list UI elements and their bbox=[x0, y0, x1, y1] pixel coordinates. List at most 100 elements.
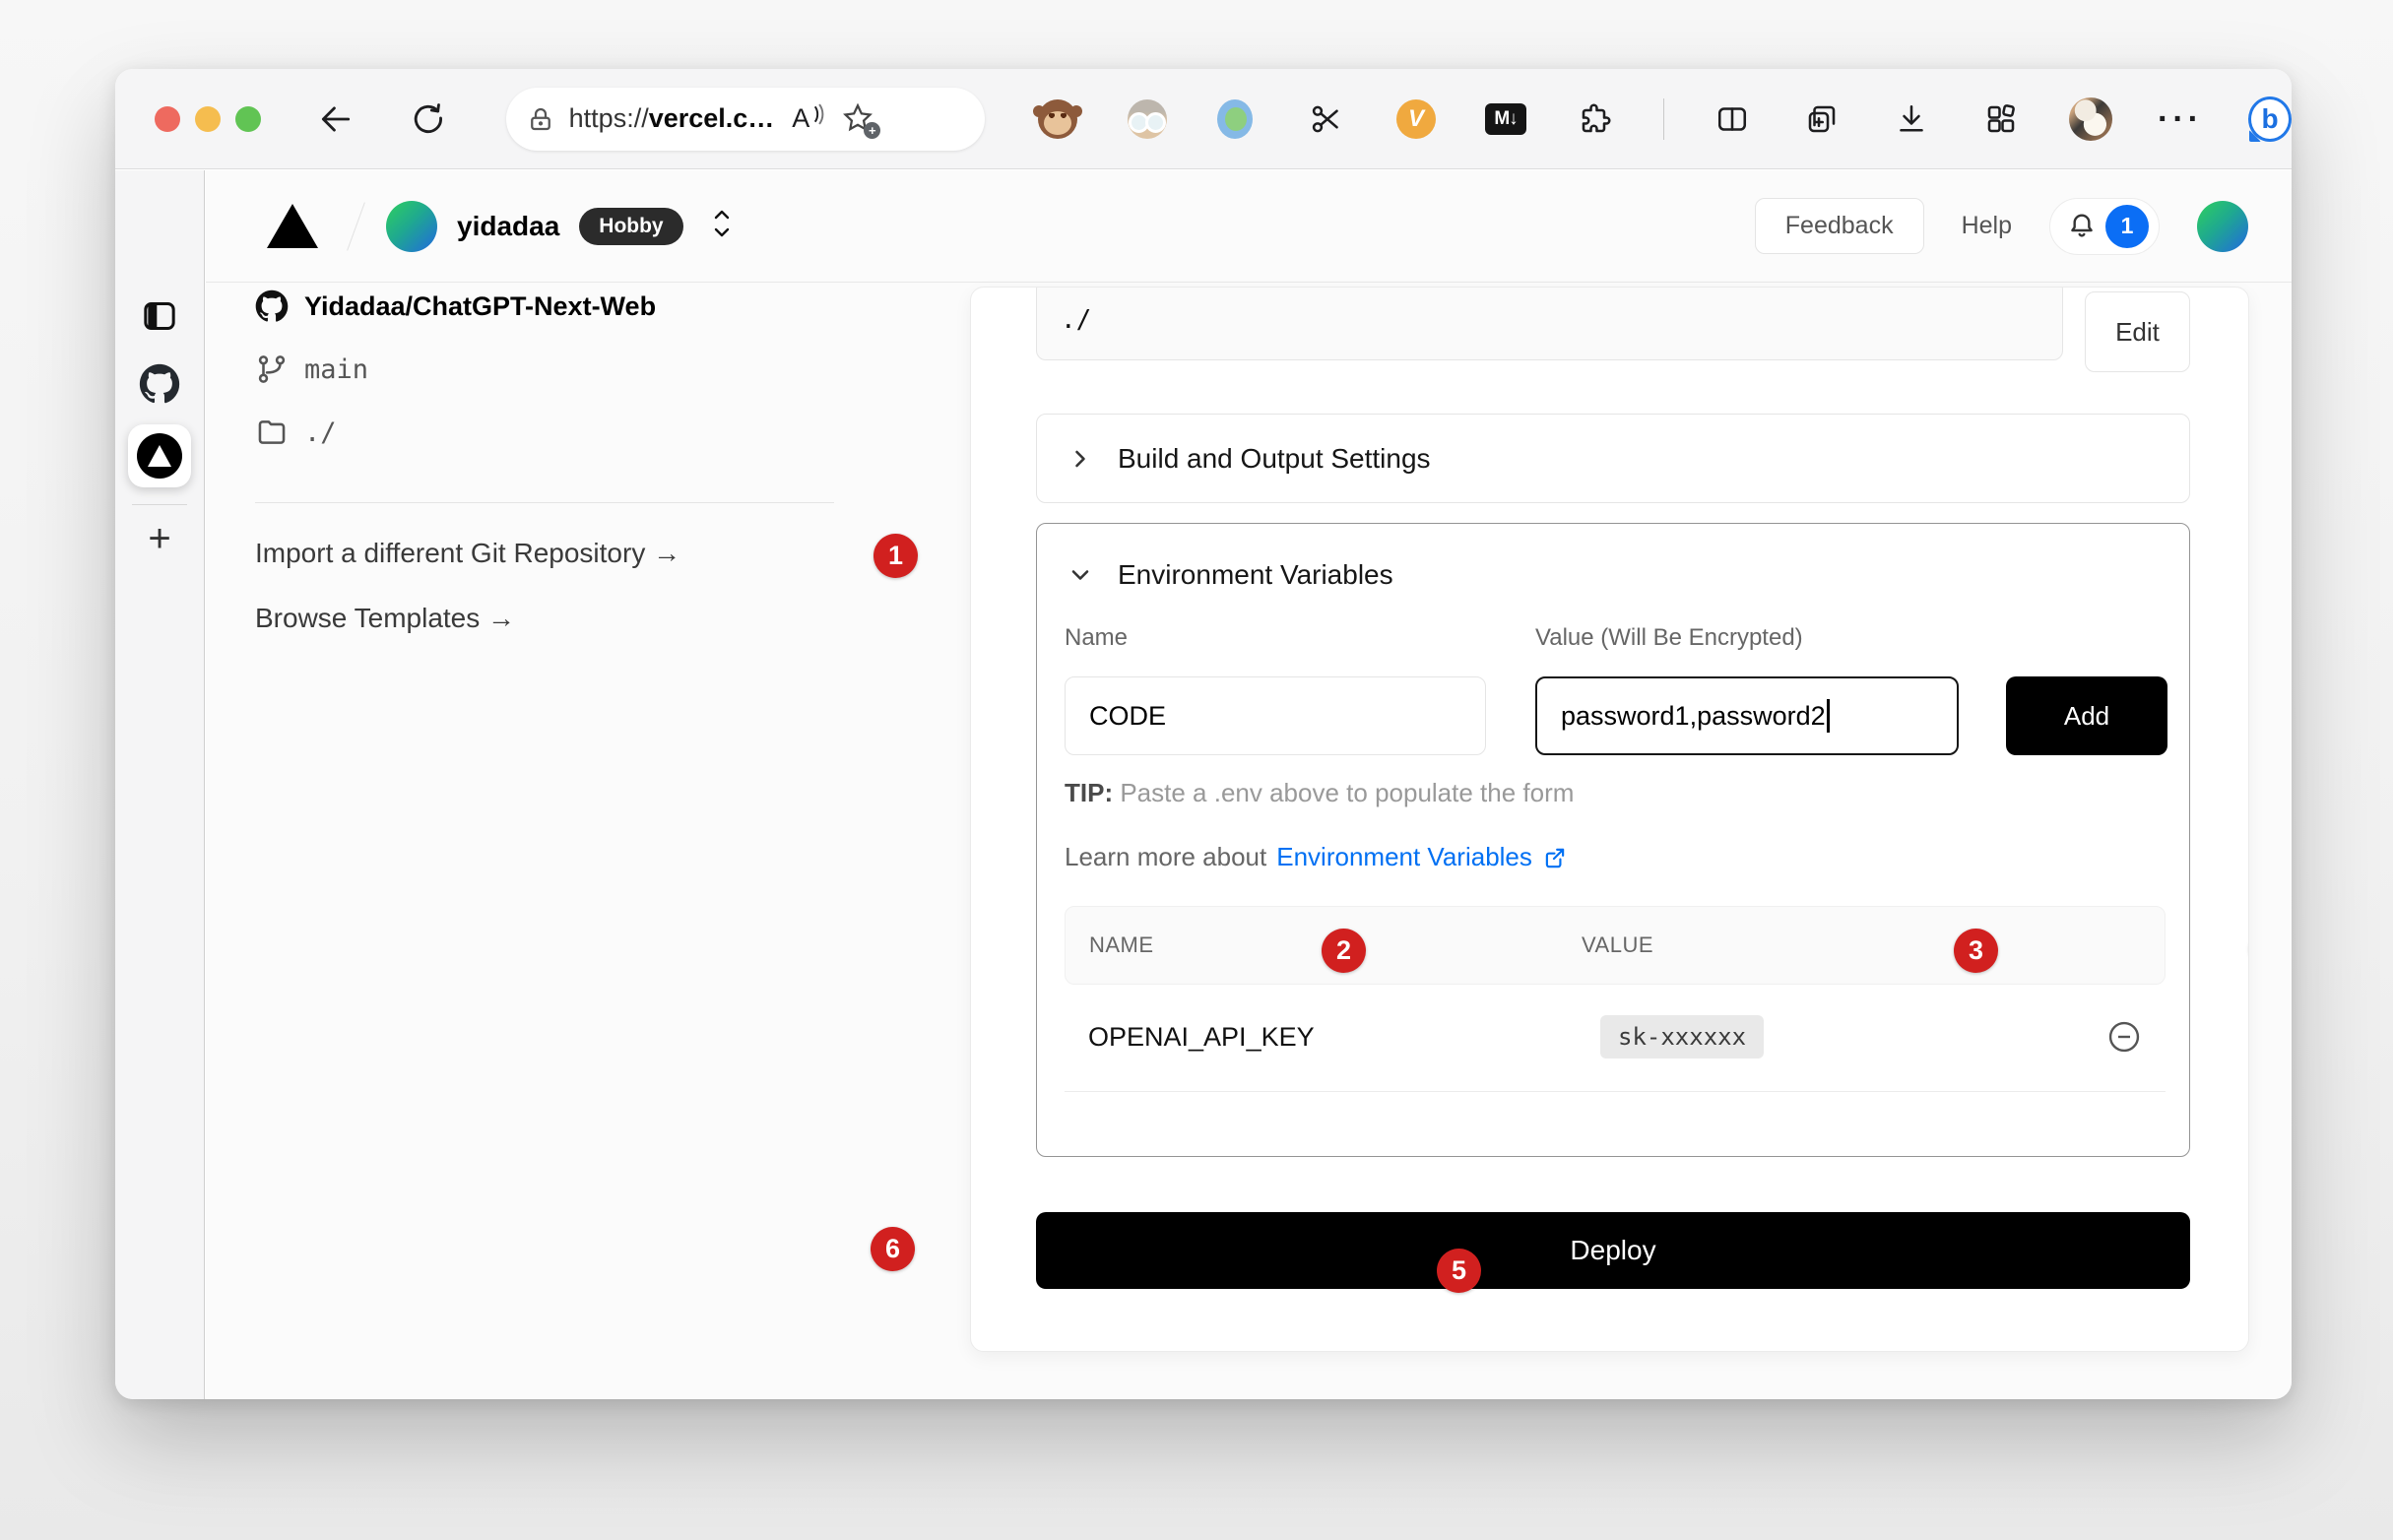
tampermonkey-extension-icon[interactable] bbox=[1036, 97, 1079, 141]
downloads-button[interactable] bbox=[1890, 97, 1933, 141]
scissors-icon bbox=[1309, 101, 1344, 137]
add-favorite-button[interactable]: + bbox=[841, 101, 876, 137]
env-section-header[interactable]: Environment Variables bbox=[1067, 559, 1393, 591]
split-screen-button[interactable] bbox=[1711, 97, 1754, 141]
chevron-updown-icon bbox=[709, 207, 735, 240]
v-extension-icon[interactable]: V bbox=[1394, 97, 1438, 141]
extensions-row: 3 V M↓ bbox=[1036, 97, 2292, 141]
markdown-icon: M↓ bbox=[1485, 103, 1526, 135]
name-label: Name bbox=[1065, 624, 1128, 652]
browser-window: https://vercel.c… A + bbox=[115, 69, 2292, 1399]
url-text: https://vercel.c… bbox=[569, 103, 775, 134]
collections-button[interactable] bbox=[1800, 97, 1843, 141]
team-name: yidadaa bbox=[457, 211, 559, 242]
breadcrumb-slash bbox=[347, 202, 365, 250]
env-table-header: NAME VALUE bbox=[1065, 906, 2166, 985]
import-different-repo-link[interactable]: Import a different Git Repository → bbox=[255, 538, 680, 569]
deploy-config-card: ./ Edit Build and Output Settings Enviro… bbox=[970, 287, 2249, 1352]
bell-icon bbox=[2066, 211, 2098, 242]
monkey-icon bbox=[1038, 99, 1077, 139]
lock-icon bbox=[526, 104, 555, 134]
name-column-header: NAME bbox=[1089, 932, 1154, 958]
branch-row: main bbox=[255, 353, 368, 386]
notifications-button[interactable]: 1 bbox=[2049, 198, 2160, 255]
env-table-row: OPENAI_API_KEY sk-xxxxxx bbox=[1065, 985, 2166, 1089]
edit-button[interactable]: Edit bbox=[2085, 291, 2190, 372]
chevron-down-icon bbox=[1067, 561, 1094, 589]
root-directory: ./ bbox=[304, 417, 337, 448]
apps-button[interactable] bbox=[1979, 97, 2023, 141]
value-label: Value (Will Be Encrypted) bbox=[1535, 624, 1803, 652]
root-directory-input[interactable]: ./ bbox=[1036, 287, 2063, 360]
refresh-button[interactable] bbox=[406, 96, 451, 142]
header-actions: Feedback Help 1 bbox=[1755, 198, 2248, 255]
annotation-badge-5: 5 bbox=[1437, 1249, 1481, 1293]
cat-avatar-image bbox=[2069, 97, 2112, 141]
profile-avatar[interactable] bbox=[2069, 97, 2112, 141]
clipper-extension-icon[interactable] bbox=[1305, 97, 1348, 141]
annotation-badge-2: 2 bbox=[1322, 929, 1366, 973]
vercel-header: yidadaa Hobby Feedback Help 1 bbox=[206, 170, 2292, 283]
download-icon bbox=[1894, 101, 1929, 137]
star-plus-icon: + bbox=[864, 122, 880, 139]
read-aloud-waves-icon bbox=[811, 103, 825, 125]
ellipsis-icon: ··· bbox=[2158, 114, 2203, 124]
learn-more-line: Learn more about Environment Variables bbox=[1065, 842, 1568, 872]
new-tab-button[interactable]: + bbox=[138, 517, 181, 560]
sidebar-panel-icon bbox=[140, 296, 179, 336]
browser-sidebar: + bbox=[115, 170, 205, 1399]
user-avatar[interactable] bbox=[2197, 201, 2248, 252]
extensions-menu-button[interactable] bbox=[1574, 97, 1617, 141]
sidebar-divider bbox=[132, 504, 187, 505]
v-letter-icon: V bbox=[1396, 99, 1436, 139]
github-icon bbox=[255, 289, 289, 323]
back-button[interactable] bbox=[313, 96, 358, 142]
env-name-input[interactable]: CODE bbox=[1065, 676, 1486, 755]
environment-variables-link[interactable]: Environment Variables bbox=[1276, 842, 1532, 872]
sidebar-tab-github[interactable] bbox=[139, 363, 180, 405]
value-column-header: VALUE bbox=[1582, 932, 1653, 958]
desktop-background: https://vercel.c… A + bbox=[0, 0, 2393, 1540]
minus-circle-icon bbox=[2106, 1019, 2142, 1055]
minimize-window-button[interactable] bbox=[195, 106, 221, 132]
team-avatar bbox=[386, 201, 437, 252]
vercel-favicon bbox=[137, 433, 182, 479]
browser-toolbar: https://vercel.c… A + bbox=[115, 69, 2292, 169]
zoom-window-button[interactable] bbox=[235, 106, 261, 132]
persona-extension-icon[interactable] bbox=[1126, 97, 1169, 141]
sidebar-tab-vercel-active[interactable] bbox=[128, 424, 191, 487]
environment-variables-section: Environment Variables Name Value (Will B… bbox=[1036, 523, 2190, 1157]
bing-icon: b bbox=[2248, 96, 2292, 142]
help-link[interactable]: Help bbox=[1962, 212, 2012, 240]
build-output-settings-section[interactable]: Build and Output Settings bbox=[1036, 414, 2190, 503]
remove-env-var-button[interactable] bbox=[2106, 1019, 2142, 1055]
deploy-button[interactable]: Deploy bbox=[1036, 1212, 2190, 1289]
folder-icon bbox=[255, 416, 289, 449]
read-aloud-button[interactable]: A bbox=[792, 103, 825, 134]
env-name-value: CODE bbox=[1089, 701, 1166, 732]
vercel-main: Yidadaa/ChatGPT-Next-Web main ./ bbox=[206, 284, 2292, 1399]
row-divider bbox=[1065, 1091, 2166, 1092]
browse-templates-link[interactable]: Browse Templates → bbox=[255, 603, 515, 634]
add-button[interactable]: Add bbox=[2006, 676, 2167, 755]
apps-grid-icon bbox=[1983, 101, 2019, 137]
team-selector[interactable]: yidadaa Hobby bbox=[386, 201, 735, 252]
plan-badge: Hobby bbox=[579, 208, 682, 245]
chevron-right-icon bbox=[1067, 445, 1094, 473]
address-bar[interactable]: https://vercel.c… A + bbox=[506, 88, 985, 151]
notification-count-badge: 1 bbox=[2105, 205, 2149, 248]
env-value-input[interactable]: password1,password2 bbox=[1535, 676, 1959, 755]
split-screen-icon bbox=[1714, 101, 1750, 137]
settings-more-button[interactable]: ··· bbox=[2159, 97, 2202, 141]
annotation-badge-1: 1 bbox=[873, 534, 918, 578]
learn-more-prefix: Learn more about bbox=[1065, 842, 1266, 872]
sidebar-toggle-button[interactable] bbox=[140, 296, 179, 336]
build-section-title: Build and Output Settings bbox=[1118, 443, 1431, 475]
close-window-button[interactable] bbox=[155, 106, 180, 132]
proxy-extension-icon[interactable]: 3 bbox=[1215, 97, 1259, 141]
back-arrow-icon bbox=[317, 100, 355, 138]
markdown-extension-icon[interactable]: M↓ bbox=[1484, 97, 1527, 141]
bing-chat-button[interactable]: b bbox=[2248, 97, 2292, 141]
vercel-logo[interactable] bbox=[267, 204, 318, 248]
feedback-button[interactable]: Feedback bbox=[1755, 198, 1924, 254]
